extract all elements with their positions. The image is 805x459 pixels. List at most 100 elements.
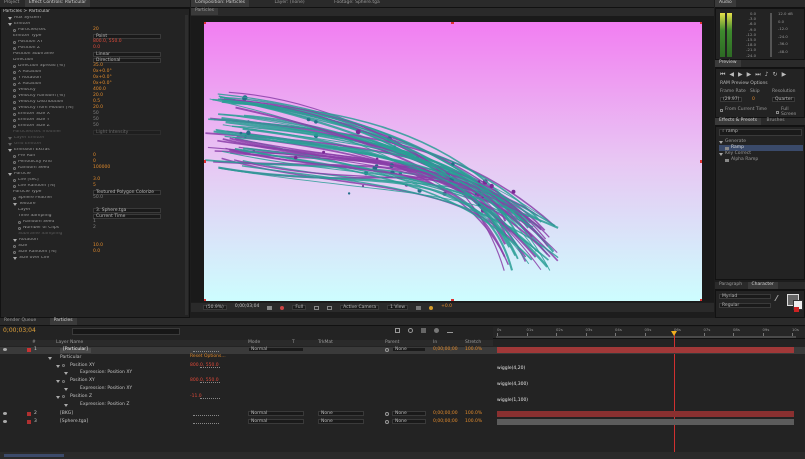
last-frame-icon[interactable]: ⏭ — [755, 72, 760, 78]
effect-row-dropdown[interactable]: Point — [93, 33, 161, 39]
timeline-property-row[interactable]: Position XY 800.0, 550.0 — [0, 378, 805, 385]
prev-frame-icon[interactable]: ◀ — [729, 72, 734, 78]
disclosure-triangle-icon[interactable] — [13, 202, 17, 206]
timeline-property-row[interactable]: Expression: Position Z — [0, 402, 805, 409]
tab-layer[interactable]: Layer: (none) — [270, 0, 308, 7]
effects-search-input[interactable]: ⌕ ramp — [719, 129, 802, 136]
effect-row-value[interactable]: 20.0 — [93, 93, 153, 99]
comp-timecode[interactable]: 0;00;03;04 — [235, 305, 260, 310]
disclosure-triangle-icon[interactable] — [8, 142, 12, 146]
timeline-zoom-slider[interactable] — [4, 454, 64, 457]
visibility-eye-icon[interactable] — [3, 412, 7, 416]
layer-trkmat-select[interactable]: None — [318, 419, 364, 425]
mute-icon[interactable]: ♪ — [765, 72, 769, 78]
layer-stretch[interactable]: 100.0% — [465, 420, 482, 425]
effect-row-value[interactable]: 2 — [93, 225, 153, 231]
stopwatch-icon[interactable] — [13, 106, 16, 110]
layer-switch-icons[interactable] — [193, 412, 219, 417]
effect-row-value[interactable]: 50 — [93, 123, 153, 129]
expression-toggle-icons[interactable] — [200, 364, 220, 368]
layer-in-point[interactable]: 0;00;00;00 — [433, 347, 458, 353]
timeline-layer-row[interactable]: 1 [Particular] Normal None 0;00;00;00 100.0% — [0, 347, 805, 354]
stopwatch-icon[interactable] — [13, 166, 16, 170]
skip-value[interactable]: 0 — [752, 97, 755, 103]
tab-composition[interactable]: Composition: Particles — [191, 0, 250, 7]
grid-icon[interactable] — [327, 305, 333, 310]
effect-row[interactable]: Size over Life — [1, 255, 189, 261]
effect-row-value[interactable]: 100000 — [93, 165, 153, 171]
effect-scrollbar[interactable] — [185, 15, 188, 315]
stopwatch-icon[interactable] — [13, 124, 16, 128]
work-area-bar[interactable] — [496, 336, 796, 338]
disclosure-triangle-icon[interactable] — [8, 136, 12, 140]
tab-project[interactable]: Project — [0, 0, 23, 7]
shy-icon[interactable] — [408, 328, 413, 333]
tab-effect-controls[interactable]: Effect Controls: Particular — [24, 0, 91, 7]
expression-text[interactable]: wiggle(1,100) — [497, 398, 528, 404]
disclosure-triangle-icon[interactable] — [13, 238, 17, 242]
region-icon[interactable] — [314, 305, 320, 310]
timeline-layer-row[interactable]: 2 [BKG] Normal None None 0;00;00;00 100.0% — [0, 411, 805, 418]
layer-parent-select[interactable]: None — [392, 419, 426, 425]
full-screen-checkbox[interactable]: Full Screen — [776, 107, 804, 117]
effect-row-value[interactable]: 0.0 — [93, 249, 153, 255]
effect-row[interactable]: Layer 3. Sphere.tga — [1, 207, 189, 213]
tab-character[interactable]: Character — [747, 282, 778, 289]
eyedropper-icon[interactable] — [774, 295, 784, 301]
layer-switch-icons[interactable] — [193, 348, 219, 352]
first-frame-icon[interactable]: ⏮ — [720, 72, 725, 78]
motion-blur-icon[interactable] — [434, 328, 439, 333]
stopwatch-icon[interactable] — [13, 46, 16, 50]
disclosure-triangle-icon[interactable] — [8, 148, 12, 152]
stopwatch-icon[interactable] — [13, 88, 16, 92]
layer-stretch[interactable]: 100.0% — [465, 347, 482, 353]
timeline-search-input[interactable] — [72, 328, 180, 335]
camera-icon[interactable] — [267, 305, 273, 310]
tab-audio[interactable]: Audio — [715, 0, 736, 7]
disclosure-triangle-icon[interactable] — [8, 16, 12, 20]
stopwatch-icon[interactable] — [13, 154, 16, 158]
stopwatch-icon[interactable] — [13, 196, 16, 200]
frame-blend-icon[interactable] — [421, 328, 426, 333]
effect-row-value[interactable]: 800.0, 550.0 — [93, 39, 153, 45]
layer-parent-select[interactable]: None — [392, 347, 426, 352]
layer-duration-bar[interactable] — [497, 411, 794, 418]
expression-toggle-icons[interactable] — [200, 395, 220, 399]
effect-row-value[interactable]: 50 — [93, 111, 153, 117]
disclosure-triangle-icon[interactable] — [64, 372, 68, 376]
effect-row[interactable]: Aux System — [1, 15, 189, 21]
tab-preview[interactable]: Preview — [715, 60, 741, 67]
effect-row-value[interactable]: 1 — [93, 219, 153, 225]
stopwatch-icon[interactable] — [13, 82, 16, 86]
tab-render-queue[interactable]: Render Queue — [0, 318, 40, 325]
color-icon[interactable] — [280, 305, 285, 310]
views-select[interactable]: 1 View — [387, 305, 409, 310]
disclosure-triangle-icon[interactable] — [8, 22, 12, 26]
stopwatch-icon[interactable] — [13, 76, 16, 80]
ram-preview-icon[interactable]: ▶ — [782, 72, 787, 78]
effect-row-dropdown[interactable]: Current Time — [93, 213, 161, 219]
from-current-time-checkbox[interactable]: From Current Time — [720, 107, 767, 113]
stopwatch-icon[interactable] — [13, 178, 16, 182]
effect-row[interactable]: Subframe Sampling — [1, 231, 189, 237]
stopwatch-icon[interactable] — [13, 40, 16, 44]
tab-paragraph[interactable]: Paragraph — [715, 282, 746, 289]
effect-row-value[interactable]: 5 — [93, 183, 153, 189]
layer-switch-icons[interactable] — [193, 420, 219, 425]
frame-rate-select[interactable]: (29.97) — [720, 97, 743, 102]
stopwatch-icon[interactable] — [18, 220, 21, 224]
camera-select[interactable]: Active Camera — [340, 305, 380, 310]
layer-label-color[interactable] — [27, 420, 31, 425]
effect-row-value[interactable]: 50 — [93, 117, 153, 123]
resolution-select[interactable]: Full — [292, 305, 307, 310]
stopwatch-icon[interactable] — [62, 379, 65, 383]
effect-row-value[interactable]: 0x+0.0° — [93, 75, 153, 81]
stopwatch-icon[interactable] — [13, 160, 16, 164]
disclosure-triangle-icon[interactable] — [48, 356, 52, 360]
stopwatch-icon[interactable] — [13, 184, 16, 188]
col-layer-name[interactable]: Layer Name — [56, 340, 83, 346]
disclosure-triangle-icon[interactable] — [64, 388, 68, 391]
tab-particles-timeline[interactable]: Particles — [49, 318, 77, 325]
parent-pickwhip-icon[interactable] — [385, 412, 389, 417]
disclosure-triangle-icon[interactable] — [56, 380, 60, 384]
